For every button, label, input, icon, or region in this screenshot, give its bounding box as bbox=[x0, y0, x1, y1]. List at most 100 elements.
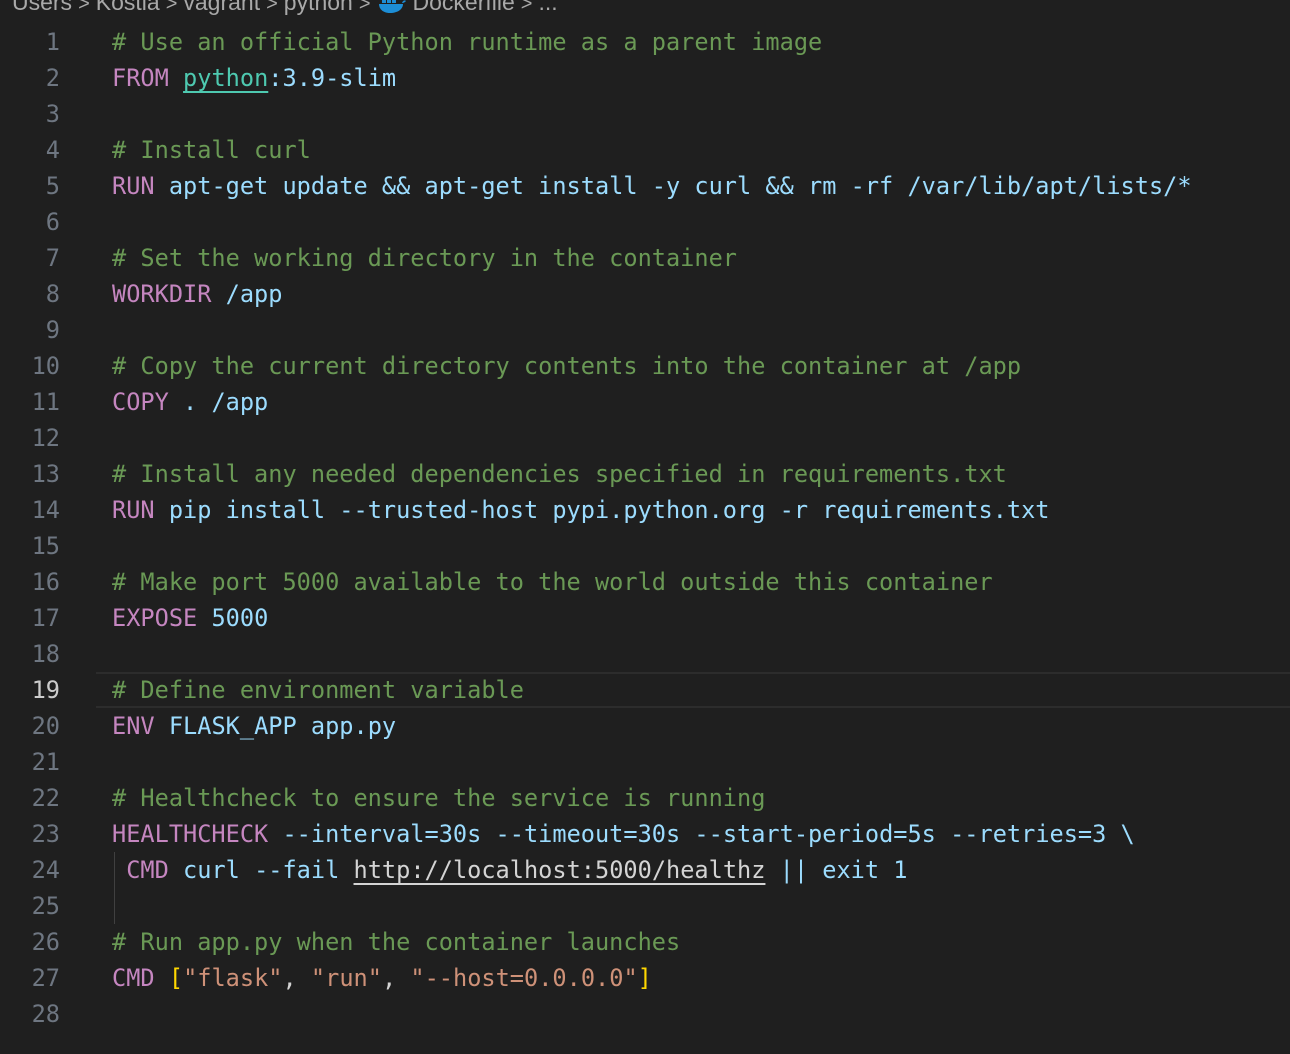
line-number: 8 bbox=[45, 280, 60, 308]
line-number: 15 bbox=[31, 532, 60, 560]
code-token-keyword: EXPOSE bbox=[112, 604, 198, 632]
code-line[interactable]: 20 ENV FLASK_APP app.py bbox=[0, 708, 1290, 744]
code-token-keyword: FROM bbox=[112, 64, 169, 92]
line-number: 16 bbox=[31, 568, 60, 596]
code-line[interactable]: 17 EXPOSE 5000 bbox=[0, 600, 1290, 636]
code-text[interactable]: # Set the working directory in the conta… bbox=[112, 240, 737, 276]
code-token-bracket: ] bbox=[637, 964, 652, 992]
code-text[interactable]: CMD curl --fail http://localhost:5000/he… bbox=[112, 852, 907, 888]
code-text[interactable]: RUN pip install --trusted-host pypi.pyth… bbox=[112, 492, 1050, 528]
code-line[interactable]: 11 COPY . /app bbox=[0, 384, 1290, 420]
line-number: 22 bbox=[31, 784, 60, 812]
code-text[interactable]: COPY . /app bbox=[112, 384, 268, 420]
code-token-keyword: RUN bbox=[112, 496, 155, 524]
code-line[interactable]: 26 # Run app.py when the container launch… bbox=[0, 924, 1290, 960]
line-number: 21 bbox=[31, 748, 60, 776]
code-line[interactable]: 6 bbox=[0, 204, 1290, 240]
code-token-keyword: CMD bbox=[112, 964, 155, 992]
code-text[interactable]: # Make port 5000 available to the world … bbox=[112, 564, 993, 600]
code-token-comment: # Run app.py when the container launches bbox=[112, 928, 681, 956]
code-text[interactable]: WORKDIR /app bbox=[112, 276, 282, 312]
code-line[interactable]: 19 # Define environment variable bbox=[0, 672, 1290, 708]
breadcrumb-item-dockerfile[interactable]: Dockerfile bbox=[413, 0, 515, 15]
code-token-comment: # Make port 5000 available to the world … bbox=[112, 568, 993, 596]
code-editor[interactable]: Users > Kostia > vagrant > python > Dockerfile >… bbox=[0, 0, 1290, 1054]
code-line[interactable]: 15 bbox=[0, 528, 1290, 564]
line-number: 2 bbox=[45, 64, 60, 92]
code-token-text: , bbox=[282, 964, 311, 992]
code-line[interactable]: 1 # Use an official Python runtime as a p… bbox=[0, 24, 1290, 60]
line-number: 11 bbox=[31, 388, 60, 416]
code-line[interactable]: 4 # Install curl bbox=[0, 132, 1290, 168]
breadcrumb-item-vagrant[interactable]: vagrant bbox=[183, 0, 260, 15]
breadcrumb-item-symbols[interactable]: ... bbox=[538, 0, 557, 15]
line-number: 19 bbox=[31, 676, 60, 704]
code-text[interactable]: HEALTHCHECK --interval=30s --timeout=30s… bbox=[112, 816, 1135, 852]
code-text[interactable]: # Install curl bbox=[112, 132, 311, 168]
code-line[interactable]: 25 bbox=[0, 888, 1290, 924]
code-token-var: --interval=30s --timeout=30s --start-per… bbox=[268, 820, 1121, 848]
code-token-var: curl --fail bbox=[168, 856, 354, 884]
code-text[interactable]: RUN apt-get update && apt-get install -y… bbox=[112, 168, 1192, 204]
line-number: 3 bbox=[45, 100, 60, 128]
breadcrumb: Users > Kostia > vagrant > python > Dockerfile >… bbox=[12, 0, 558, 17]
line-number: 23 bbox=[31, 820, 60, 848]
code-token-text: , bbox=[381, 964, 411, 992]
breadcrumb-item-kostia[interactable]: Kostia bbox=[96, 0, 160, 15]
code-text[interactable]: FROM python:3.9-slim bbox=[112, 60, 396, 96]
code-text[interactable]: # Run app.py when the container launches bbox=[112, 924, 680, 960]
line-number: 4 bbox=[45, 136, 60, 164]
code-text[interactable]: # Define environment variable bbox=[112, 672, 524, 708]
breadcrumb-separator: > bbox=[358, 0, 371, 15]
code-token-var: apt-get update && apt-get install -y cur… bbox=[154, 172, 1192, 200]
code-line[interactable]: 28 bbox=[0, 996, 1290, 1032]
code-line[interactable]: 12 bbox=[0, 420, 1290, 456]
code-token-comment: # Copy the current directory contents in… bbox=[112, 352, 1022, 380]
code-text[interactable]: # Healthcheck to ensure the service is r… bbox=[112, 780, 765, 816]
line-number: 20 bbox=[31, 712, 60, 740]
code-token-var: FLASK_APP app.py bbox=[168, 712, 397, 740]
code-line[interactable]: 22 # Healthcheck to ensure the service is… bbox=[0, 780, 1290, 816]
code-text[interactable]: ENV FLASK_APP app.py bbox=[112, 708, 396, 744]
breadcrumb-item-python[interactable]: python bbox=[284, 0, 353, 15]
code-line[interactable]: 24 CMD curl --fail http://localhost:5000… bbox=[0, 852, 1290, 888]
docker-whale-icon bbox=[378, 0, 406, 13]
code-line[interactable]: 14 RUN pip install --trusted-host pypi.py… bbox=[0, 492, 1290, 528]
code-line[interactable]: 21 bbox=[0, 744, 1290, 780]
line-number: 1 bbox=[45, 28, 60, 56]
code-line[interactable]: 9 bbox=[0, 312, 1290, 348]
code-token-keyword: CMD bbox=[126, 856, 169, 884]
code-text[interactable]: # Copy the current directory contents in… bbox=[112, 348, 1021, 384]
code-line[interactable]: 18 bbox=[0, 636, 1290, 672]
line-number: 26 bbox=[31, 928, 60, 956]
line-number: 28 bbox=[31, 1000, 60, 1028]
line-number: 17 bbox=[31, 604, 60, 632]
code-text[interactable]: EXPOSE 5000 bbox=[112, 600, 268, 636]
code-line[interactable]: 8 WORKDIR /app bbox=[0, 276, 1290, 312]
code-line[interactable]: 13 # Install any needed dependencies spec… bbox=[0, 456, 1290, 492]
code-token-comment: # Define environment variable bbox=[112, 676, 524, 704]
code-line[interactable]: 5 RUN apt-get update && apt-get install -… bbox=[0, 168, 1290, 204]
code-line[interactable]: 16 # Make port 5000 available to the worl… bbox=[0, 564, 1290, 600]
line-number: 24 bbox=[31, 856, 60, 884]
code-text[interactable]: # Install any needed dependencies specif… bbox=[112, 456, 1007, 492]
code-token-comment: # Install any needed dependencies specif… bbox=[112, 460, 1007, 488]
code-line[interactable]: 7 # Set the working directory in the cont… bbox=[0, 240, 1290, 276]
code-line[interactable]: 3 bbox=[0, 96, 1290, 132]
code-link[interactable]: http://localhost:5000/healthz bbox=[354, 856, 766, 884]
code-line[interactable]: 27 CMD ["flask", "run", "--host=0.0.0.0"] bbox=[0, 960, 1290, 996]
code-text[interactable]: CMD ["flask", "run", "--host=0.0.0.0"] bbox=[112, 960, 652, 996]
code-line[interactable]: 23 HEALTHCHECK --interval=30s --timeout=3… bbox=[0, 816, 1290, 852]
code-token-comment: # Set the working directory in the conta… bbox=[112, 244, 738, 272]
code-token-keyword: HEALTHCHECK bbox=[112, 820, 269, 848]
breadcrumb-separator: > bbox=[266, 0, 278, 15]
code-token-var: . /app bbox=[168, 388, 269, 416]
breadcrumb-item-users[interactable]: Users bbox=[12, 0, 72, 15]
code-line[interactable]: 2 FROM python:3.9-slim bbox=[0, 60, 1290, 96]
code-token-var: :3.9-slim bbox=[268, 64, 397, 92]
code-line[interactable]: 10 # Copy the current directory contents … bbox=[0, 348, 1290, 384]
code-text[interactable]: # Use an official Python runtime as a pa… bbox=[112, 24, 822, 60]
code-token-str: "run" bbox=[310, 964, 382, 992]
